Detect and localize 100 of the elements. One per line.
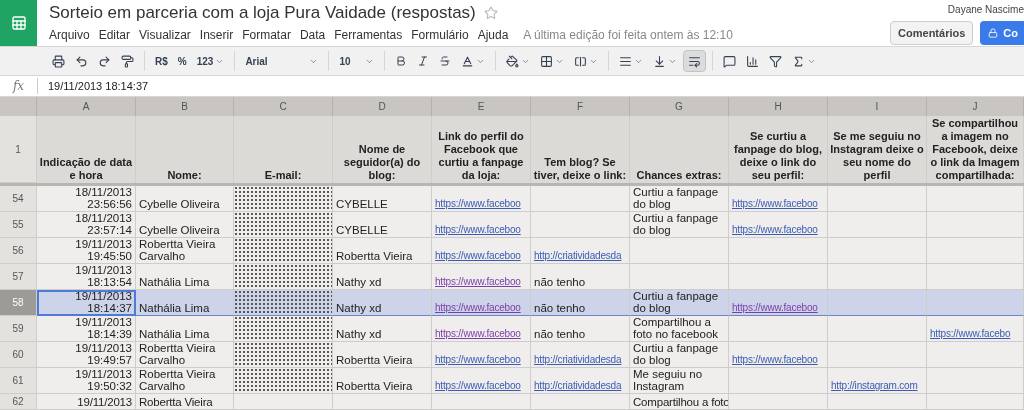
chart-icon xyxy=(746,54,760,68)
cell-link[interactable]: https://www.faceboo xyxy=(435,353,521,366)
row-number[interactable]: 60 xyxy=(0,342,37,368)
row-number[interactable]: 62 xyxy=(0,394,37,410)
font-size-dropdown[interactable]: 10 xyxy=(335,50,379,72)
table-cell: CYBELLE xyxy=(333,186,432,212)
table-cell: Curtiu a fanpage do blog xyxy=(630,290,729,316)
table-cell: Robertta Vieira Carvalho xyxy=(136,342,234,368)
cell-link[interactable]: https://www.faceboo xyxy=(732,197,818,210)
app-logo[interactable] xyxy=(0,0,37,46)
table-cell: Robertta Vieira xyxy=(333,238,432,264)
spreadsheet-icon xyxy=(10,15,27,31)
table-cell: Nathy xd xyxy=(333,290,432,316)
menu-item[interactable]: Formatar xyxy=(242,27,291,43)
last-edit-note[interactable]: A última edição foi feita ontem às 12:10 xyxy=(523,27,733,43)
table-cell: Robertta Vieira Carvalho xyxy=(136,238,234,264)
row-number[interactable]: 55 xyxy=(0,212,37,238)
table-cell: Robertta Vieira Carvalho xyxy=(136,368,234,394)
user-name[interactable]: Dayane Nascime xyxy=(947,2,1024,17)
column-heading: Se compartilhou a imagem no Facebook, deixe o link da Imagem compartilhada: xyxy=(927,116,1024,183)
menu-item[interactable]: Arquivo xyxy=(49,27,90,43)
timestamp-cell: 19/11/2013 xyxy=(37,394,136,410)
row-number[interactable]: 57 xyxy=(0,264,37,290)
timestamp-cell: 19/11/2013 18:13:54 xyxy=(37,264,136,290)
font-dropdown[interactable]: Arial xyxy=(241,50,323,72)
borders-icon xyxy=(540,54,554,68)
cell-link[interactable]: http://criatividadesda xyxy=(534,249,622,262)
menu-item[interactable]: Inserir xyxy=(199,27,234,43)
cell-link[interactable]: https://www.faceboo xyxy=(435,327,521,340)
cell-link[interactable]: https://www.faceboo xyxy=(435,223,521,236)
star-icon[interactable] xyxy=(483,6,498,20)
column-heading: Nome: xyxy=(136,116,234,183)
column-heading: Se curtiu a fanpage do blog, deixe o link do seu perfil: xyxy=(729,116,828,183)
table-cell: Nathy xd xyxy=(333,264,432,290)
cell-link[interactable]: https://www.faceboo xyxy=(732,353,818,366)
menu-item[interactable]: Data xyxy=(299,27,326,43)
merge-icon xyxy=(574,54,588,68)
table-cell: Curtiu a fanpage do blog xyxy=(630,342,729,368)
column-heading: Se me seguiu no Instagram deixe o seu nome do perfil xyxy=(828,116,927,183)
wrap-text-button[interactable] xyxy=(683,50,707,72)
cell-link[interactable]: https://www.faceboo xyxy=(732,301,818,314)
wrap-text-icon xyxy=(688,54,702,68)
cell-link[interactable]: http://criatividadesda xyxy=(534,353,622,366)
timestamp-cell: 19/11/2013 19:50:32 xyxy=(37,368,136,394)
column-heading: Indicação de data e hora xyxy=(37,116,136,183)
menu-item[interactable]: Editar xyxy=(98,27,131,43)
menu-item[interactable]: Visualizar xyxy=(139,27,191,43)
cell-link[interactable]: https://www.faceboo xyxy=(435,197,521,210)
menu-item[interactable]: Ferramentas xyxy=(334,27,403,43)
timestamp-cell: 18/11/2013 23:57:14 xyxy=(37,212,136,238)
table-cell: Nathália Lima xyxy=(136,316,234,342)
paint-roller-icon xyxy=(121,54,134,68)
row-number[interactable]: 59 xyxy=(0,316,37,342)
bold-icon xyxy=(395,55,408,67)
table-cell: Curtiu a fanpage do blog xyxy=(630,212,729,238)
timestamp-cell: 19/11/2013 19:49:57 xyxy=(37,342,136,368)
table-cell: Nathy xd xyxy=(333,316,432,342)
row-number[interactable]: 61 xyxy=(0,368,37,394)
table-cell: Curtiu a fanpage do blog xyxy=(630,186,729,212)
table-cell: CYBELLE xyxy=(333,212,432,238)
cell-link[interactable]: https://www.faceboo xyxy=(435,301,521,314)
menu-item[interactable]: Formulário xyxy=(411,27,469,43)
column-heading: Nome de seguidor(a) do blog: xyxy=(333,116,432,183)
lock-icon xyxy=(988,28,999,38)
table-cell: Compartilhou a foto no facebook xyxy=(630,316,729,342)
share-button[interactable]: Co xyxy=(980,21,1024,45)
document-title[interactable]: Sorteio em parceria com a loja Pura Vaidade (respostas) xyxy=(49,2,476,24)
cell-link[interactable]: https://www.faceboo xyxy=(435,379,521,392)
comment-icon xyxy=(723,54,737,68)
row-number[interactable]: 54 xyxy=(0,186,37,212)
column-heading: E-mail: xyxy=(234,116,333,183)
cell-link[interactable]: https://www.faceboo xyxy=(732,223,818,236)
timestamp-cell: 19/11/2013 18:14:39 xyxy=(37,316,136,342)
table-cell: Robertta Vieira xyxy=(333,368,432,394)
row-number[interactable]: 1 xyxy=(0,116,37,183)
number-format-button[interactable]: R$ xyxy=(151,50,172,72)
row-number[interactable]: 56 xyxy=(0,238,37,264)
redo-icon xyxy=(98,54,111,68)
table-cell: Cybelle Oliveira xyxy=(136,212,234,238)
cell-link[interactable]: http://criatividadesda xyxy=(534,379,622,392)
table-cell: não tenho xyxy=(531,290,630,316)
table-cell: não tenho xyxy=(531,264,630,290)
formula-input[interactable]: 19/11/2013 18:14:37 xyxy=(37,77,149,95)
filter-icon xyxy=(769,54,783,68)
cell-link[interactable]: https://www.faceboo xyxy=(435,275,521,288)
cell-link[interactable]: http://instagram.com xyxy=(831,379,918,392)
table-cell: Robertta Vieira xyxy=(136,394,234,410)
number-format-button[interactable]: 123 xyxy=(192,50,229,72)
menu-item[interactable]: Ajuda xyxy=(477,27,509,43)
table-cell: não tenho xyxy=(531,316,630,342)
print-icon xyxy=(52,54,65,68)
formula-label: fx xyxy=(11,78,26,95)
timestamp-cell: 19/11/2013 19:45:50 xyxy=(37,238,136,264)
table-cell: Cybelle Oliveira xyxy=(136,186,234,212)
table-cell: Nathália Lima xyxy=(136,290,234,316)
number-format-button[interactable]: % xyxy=(173,50,191,72)
comments-button[interactable]: Comentários xyxy=(890,21,974,45)
cell-link[interactable]: https://www.faceboo xyxy=(435,249,521,262)
cell-link[interactable]: https://www.facebo xyxy=(930,327,1011,340)
table-cell: Nathália Lima xyxy=(136,264,234,290)
